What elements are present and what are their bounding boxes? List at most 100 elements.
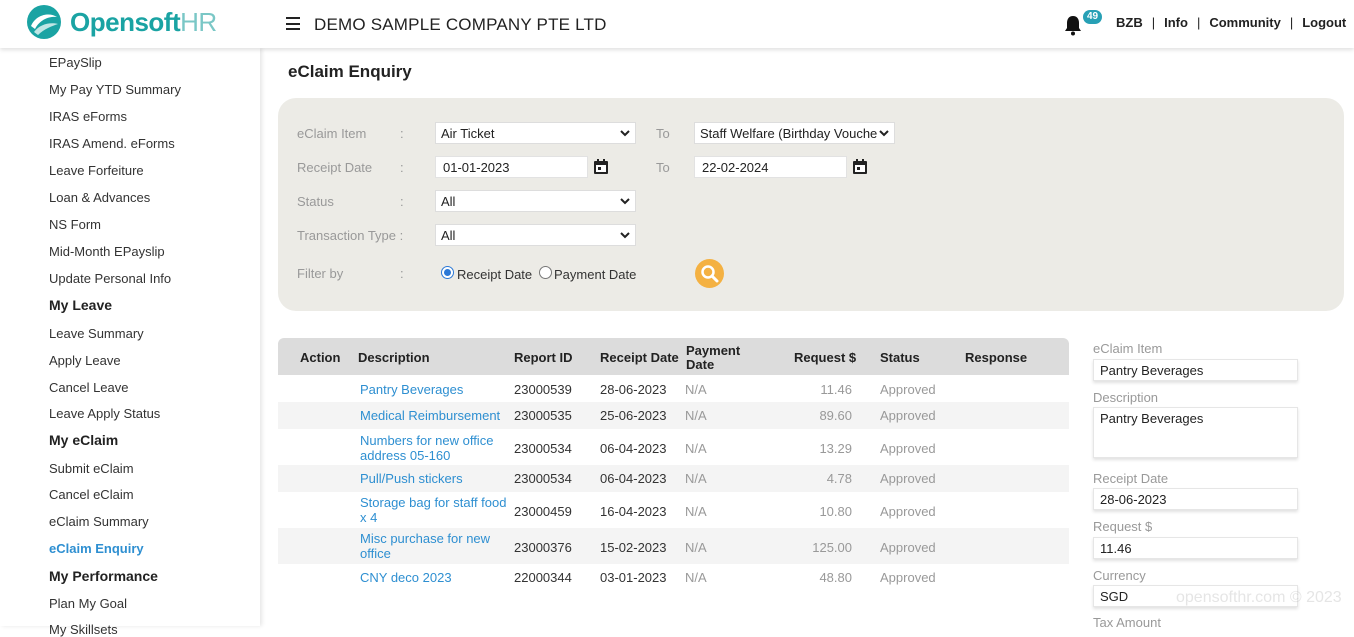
row-receipt-date: 15-02-2023 bbox=[600, 540, 667, 555]
row-description-link[interactable]: Medical Reimbursement bbox=[360, 408, 510, 423]
row-description-link[interactable]: Storage bag for staff food x 4 bbox=[360, 495, 510, 525]
col-request[interactable]: Request $ bbox=[794, 350, 856, 365]
sidebar-item-submit-eclaim[interactable]: Submit eClaim bbox=[49, 461, 134, 476]
logout-link[interactable]: Logout bbox=[1302, 15, 1346, 30]
col-payment-date-line2[interactable]: Date bbox=[686, 357, 714, 372]
bell-icon[interactable] bbox=[1063, 14, 1083, 36]
menu-toggle-icon[interactable] bbox=[286, 17, 300, 30]
row-receipt-date: 06-04-2023 bbox=[600, 471, 667, 486]
col-response: Response bbox=[965, 350, 1028, 365]
table-row[interactable]: Pull/Push stickers 23000534 06-04-2023 N… bbox=[278, 465, 1069, 492]
calendar-icon[interactable] bbox=[593, 159, 609, 175]
col-report-id[interactable]: Report ID bbox=[514, 350, 573, 365]
eclaim-item-to-select[interactable]: Staff Welfare (Birthday Vouche bbox=[694, 122, 895, 144]
receipt-date-from-input[interactable]: 01-01-2023 bbox=[435, 156, 588, 178]
row-receipt-date: 25-06-2023 bbox=[600, 408, 667, 423]
receipt-date-to-input[interactable]: 22-02-2024 bbox=[694, 156, 847, 178]
detail-receipt-date-label: Receipt Date bbox=[1093, 471, 1169, 486]
row-status: Approved bbox=[880, 382, 936, 397]
sidebar-item-iras-eforms[interactable]: IRAS eForms bbox=[49, 109, 127, 124]
community-link[interactable]: Community bbox=[1209, 15, 1281, 30]
calendar-icon[interactable] bbox=[852, 159, 868, 175]
chevron-down-icon bbox=[620, 130, 630, 137]
eclaim-item-label: eClaim Item bbox=[297, 126, 367, 141]
brand-logo[interactable]: OpensoftHR bbox=[26, 4, 217, 40]
status-value: All bbox=[441, 194, 456, 209]
row-description-link[interactable]: CNY deco 2023 bbox=[360, 570, 510, 585]
sidebar-item-update-personal-info[interactable]: Update Personal Info bbox=[49, 271, 171, 286]
sidebar-item-iras-amend-eforms[interactable]: IRAS Amend. eForms bbox=[49, 136, 175, 151]
row-report-id: 23000534 bbox=[514, 471, 572, 486]
col-action: Action bbox=[300, 350, 341, 365]
separator: | bbox=[1289, 15, 1294, 30]
row-description-link[interactable]: Pantry Beverages bbox=[360, 382, 510, 397]
search-button[interactable] bbox=[695, 259, 724, 288]
row-report-id: 23000539 bbox=[514, 382, 572, 397]
sidebar-item-apply-leave[interactable]: Apply Leave bbox=[49, 353, 121, 368]
row-report-id: 23000534 bbox=[514, 441, 572, 456]
footer-watermark: opensofthr.com © 2023 bbox=[1176, 589, 1342, 606]
row-receipt-date: 06-04-2023 bbox=[600, 441, 667, 456]
sidebar-item-cancel-leave[interactable]: Cancel Leave bbox=[49, 380, 129, 395]
detail-eclaim-item-label: eClaim Item bbox=[1093, 341, 1163, 356]
filter-payment-date-label[interactable]: Payment Date bbox=[554, 267, 636, 282]
filter-receipt-date-label[interactable]: Receipt Date bbox=[457, 267, 532, 282]
row-status: Approved bbox=[880, 570, 936, 585]
col-status[interactable]: Status bbox=[880, 350, 920, 365]
colon: : bbox=[400, 160, 404, 175]
row-status: Approved bbox=[880, 441, 936, 456]
col-description[interactable]: Description bbox=[358, 350, 430, 365]
logo-text: OpensoftHR bbox=[70, 6, 217, 37]
user-link[interactable]: BZB bbox=[1116, 15, 1143, 30]
table-row[interactable]: Storage bag for staff food x 4 23000459 … bbox=[278, 492, 1069, 528]
sidebar-item-pay-ytd-summary[interactable]: My Pay YTD Summary bbox=[49, 82, 181, 97]
sidebar-section-my-performance[interactable]: My Performance bbox=[49, 568, 158, 584]
eclaim-item-from-value: Air Ticket bbox=[441, 126, 495, 141]
eclaim-item-from-select[interactable]: Air Ticket bbox=[435, 122, 636, 144]
row-report-id: 23000535 bbox=[514, 408, 572, 423]
info-link[interactable]: Info bbox=[1164, 15, 1188, 30]
row-description-link[interactable]: Misc purchase for new office bbox=[360, 531, 510, 561]
table-row[interactable]: Misc purchase for new office 23000376 15… bbox=[278, 528, 1069, 564]
transaction-type-select[interactable]: All bbox=[435, 224, 636, 246]
filter-payment-date-radio[interactable] bbox=[539, 266, 552, 279]
table-row[interactable]: Numbers for new office address 05-160 23… bbox=[278, 429, 1069, 465]
sidebar-item-mid-month-epayslip[interactable]: Mid-Month EPayslip bbox=[49, 244, 165, 259]
transaction-type-label: Transaction Type : bbox=[297, 228, 404, 243]
sidebar-section-my-eclaim[interactable]: My eClaim bbox=[49, 432, 118, 448]
sidebar-item-epayslip[interactable]: EPaySlip bbox=[49, 55, 102, 70]
filter-receipt-date-radio[interactable] bbox=[441, 266, 454, 279]
page-title: eClaim Enquiry bbox=[288, 62, 412, 81]
sidebar-section-my-leave[interactable]: My Leave bbox=[49, 297, 112, 313]
top-header: OpensoftHR DEMO SAMPLE COMPANY PTE LTD 4… bbox=[0, 0, 1354, 48]
row-status: Approved bbox=[880, 408, 936, 423]
row-description-link[interactable]: Numbers for new office address 05-160 bbox=[360, 433, 510, 463]
detail-description-label: Description bbox=[1093, 390, 1159, 405]
to-label: To bbox=[656, 126, 670, 141]
row-receipt-date: 03-01-2023 bbox=[600, 570, 667, 585]
separator: | bbox=[1151, 15, 1156, 30]
col-payment-date-line1[interactable]: Payment bbox=[686, 343, 740, 358]
status-select[interactable]: All bbox=[435, 190, 636, 212]
sidebar-item-loan-advances[interactable]: Loan & Advances bbox=[49, 190, 150, 205]
sidebar-item-ns-form[interactable]: NS Form bbox=[49, 217, 101, 232]
table-row[interactable]: Medical Reimbursement 23000535 25-06-202… bbox=[278, 402, 1069, 429]
colon: : bbox=[400, 266, 404, 281]
sidebar-item-leave-apply-status[interactable]: Leave Apply Status bbox=[49, 406, 160, 421]
col-receipt-date[interactable]: Receipt Date bbox=[600, 350, 679, 365]
row-status: Approved bbox=[880, 540, 936, 555]
table-row[interactable]: CNY deco 2023 22000344 03-01-2023 N/A 48… bbox=[278, 564, 1069, 591]
row-report-id: 23000459 bbox=[514, 504, 572, 519]
row-payment-date: N/A bbox=[685, 408, 707, 423]
sidebar-item-eclaim-enquiry[interactable]: eClaim Enquiry bbox=[49, 541, 144, 556]
sidebar-item-eclaim-summary[interactable]: eClaim Summary bbox=[49, 514, 149, 529]
sidebar-item-leave-summary[interactable]: Leave Summary bbox=[49, 326, 144, 341]
sidebar-item-cancel-eclaim[interactable]: Cancel eClaim bbox=[49, 487, 134, 502]
sidebar-item-my-skillsets[interactable]: My Skillsets bbox=[49, 622, 118, 637]
row-description-link[interactable]: Pull/Push stickers bbox=[360, 471, 510, 486]
row-receipt-date: 16-04-2023 bbox=[600, 504, 667, 519]
sidebar: EPaySlip My Pay YTD Summary IRAS eForms … bbox=[0, 48, 260, 637]
sidebar-item-leave-forfeiture[interactable]: Leave Forfeiture bbox=[49, 163, 144, 178]
table-row[interactable]: Pantry Beverages 23000539 28-06-2023 N/A… bbox=[278, 376, 1069, 402]
sidebar-item-plan-my-goal[interactable]: Plan My Goal bbox=[49, 596, 127, 611]
